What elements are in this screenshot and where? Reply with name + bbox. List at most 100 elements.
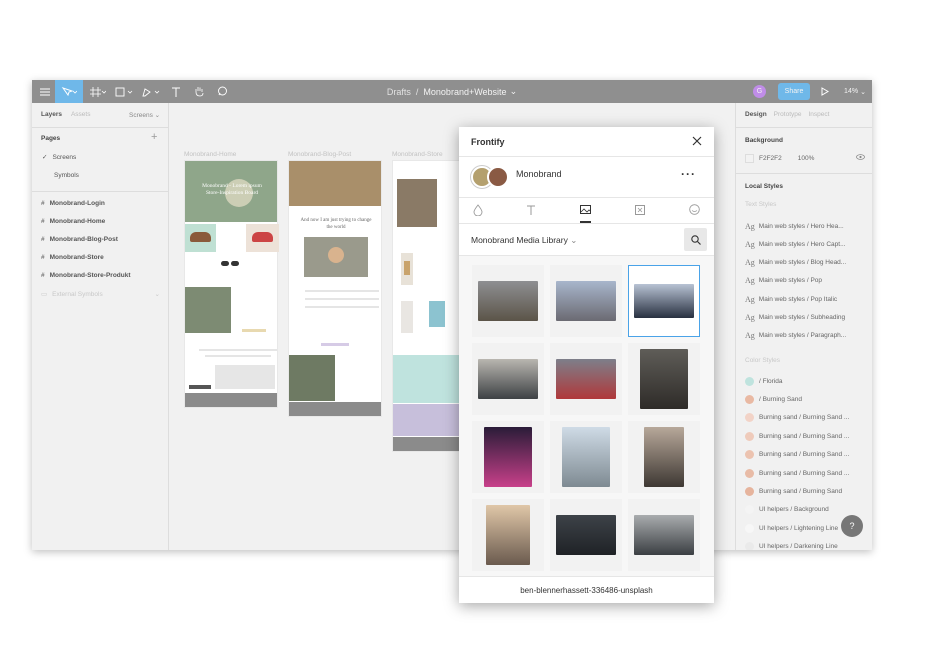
media-thumbnail[interactable] — [628, 421, 700, 493]
layer-item[interactable]: # Monobrand-Store-Produkt — [32, 270, 168, 280]
brand-name: Monobrand — [516, 169, 562, 179]
media-thumbnail[interactable] — [472, 343, 544, 415]
color-style-item[interactable]: UI helpers / Darkening Line — [736, 542, 872, 550]
frame-tool-icon[interactable] — [87, 80, 109, 103]
brand-row[interactable]: Monobrand ··· — [459, 157, 714, 198]
frame-icon: # — [41, 253, 45, 261]
comment-tool-icon[interactable] — [213, 80, 231, 103]
text-style-glyph: Ag — [745, 221, 755, 231]
thumbnail-image — [644, 427, 684, 487]
frame-monobrand-home[interactable]: Monobrand - Lorem ipsum Store-Inspiratio… — [184, 160, 279, 408]
text-style-glyph: Ag — [745, 276, 755, 286]
layer-item-external-symbols[interactable]: ▭ External Symbols ⌄ — [32, 289, 168, 299]
move-tool-button[interactable] — [55, 80, 83, 103]
store-hero-image — [397, 179, 437, 227]
text-style-item[interactable]: Ag Main web styles / Blog Head... — [736, 258, 872, 268]
chevron-down-icon: ⌄ — [570, 235, 578, 245]
color-style-item[interactable]: Burning sand / Burning Sand ... — [736, 450, 872, 460]
media-thumbnail[interactable] — [472, 265, 544, 337]
color-drop-icon[interactable] — [473, 204, 483, 218]
layer-item[interactable]: # Monobrand-Login — [32, 198, 168, 208]
menu-icon[interactable] — [36, 80, 54, 103]
play-icon[interactable] — [819, 80, 831, 103]
layer-item[interactable]: # Monobrand-Store — [32, 252, 168, 262]
screens-dropdown-label: Screens — [129, 112, 153, 119]
media-thumbnail[interactable] — [550, 343, 622, 415]
page-item-label: Symbols — [54, 171, 79, 179]
color-style-item[interactable]: Burning sand / Burning Sand ... — [736, 413, 872, 423]
icons-tab-icon[interactable] — [635, 205, 645, 217]
color-swatch — [745, 486, 754, 496]
zoom-dropdown[interactable]: 14% ⌄ — [841, 80, 869, 103]
color-style-label: Burning sand / Burning Sand ... — [759, 432, 850, 440]
tab-assets[interactable]: Assets — [71, 111, 91, 118]
media-thumbnail[interactable] — [472, 421, 544, 493]
media-thumbnail[interactable] — [550, 499, 622, 571]
layer-item[interactable]: # Monobrand-Home — [32, 216, 168, 226]
text-style-item[interactable]: Ag Main web styles / Pop — [736, 276, 872, 286]
text-style-label: Main web styles / Pop Italic — [758, 295, 838, 303]
background-color-row[interactable]: F2F2F2 100% — [736, 153, 872, 163]
share-button[interactable]: Share — [778, 83, 810, 100]
color-swatch — [745, 431, 754, 441]
bg-color-value[interactable]: F2F2F2 — [759, 155, 782, 162]
text-style-glyph: Ag — [745, 294, 755, 304]
color-swatch[interactable] — [745, 153, 754, 163]
map-block — [215, 365, 275, 389]
media-thumbnail[interactable] — [628, 343, 700, 415]
thumbnail-image — [556, 359, 616, 399]
text-tool-icon[interactable] — [168, 80, 184, 103]
text-style-glyph: Ag — [745, 258, 755, 268]
file-name[interactable]: Monobrand+Website — [423, 87, 506, 97]
search-button[interactable] — [684, 228, 707, 251]
divider — [736, 127, 872, 128]
color-swatch — [745, 450, 754, 460]
media-thumbnail[interactable] — [550, 265, 622, 337]
typography-icon[interactable] — [526, 205, 536, 217]
media-tab-icon[interactable] — [580, 205, 591, 223]
text-style-item[interactable]: Ag Main web styles / Pop Italic — [736, 294, 872, 304]
media-thumbnail[interactable] — [628, 265, 700, 337]
eye-icon[interactable] — [856, 154, 865, 162]
page-item-symbols[interactable]: Symbols — [32, 170, 168, 180]
tab-design[interactable]: Design — [745, 111, 767, 118]
text-style-item[interactable]: Ag Main web styles / Hero Hea... — [736, 221, 872, 231]
page-item-screens[interactable]: ✓ Screens — [32, 152, 168, 162]
shape-tool-icon[interactable] — [112, 80, 136, 103]
smiley-icon[interactable] — [689, 204, 700, 217]
close-icon[interactable] — [692, 136, 702, 148]
avatar[interactable]: G — [753, 85, 766, 98]
footer-block — [289, 402, 381, 416]
breadcrumb-drafts[interactable]: Drafts — [387, 87, 411, 97]
hand-tool-icon[interactable] — [190, 80, 208, 103]
bg-opacity-value[interactable]: 100% — [798, 155, 815, 162]
color-style-item[interactable]: / Burning Sand — [736, 394, 872, 404]
media-thumbnail[interactable] — [550, 421, 622, 493]
tab-layers[interactable]: Layers — [41, 111, 62, 118]
add-page-icon[interactable]: + — [151, 131, 157, 143]
tab-inspect[interactable]: Inspect — [809, 111, 830, 118]
frame-monobrand-store[interactable] — [392, 160, 461, 452]
color-style-item[interactable]: Burning sand / Burning Sand — [736, 486, 872, 496]
color-style-item[interactable]: Burning sand / Burning Sand ... — [736, 431, 872, 441]
screens-dropdown[interactable]: Screens ⌄ — [129, 111, 160, 119]
chevron-down-icon[interactable]: ⌄ — [510, 86, 518, 97]
frame-monobrand-blog-post[interactable]: And now I am just trying to change the w… — [288, 160, 382, 417]
color-style-item[interactable]: Burning sand / Burning Sand ... — [736, 468, 872, 478]
thumbnail-image — [556, 515, 616, 555]
help-button[interactable]: ? — [841, 515, 863, 537]
media-thumbnail[interactable] — [628, 499, 700, 571]
tab-prototype[interactable]: Prototype — [774, 111, 802, 118]
pen-tool-icon[interactable] — [139, 80, 163, 103]
media-thumbnail[interactable] — [472, 499, 544, 571]
color-style-item[interactable]: UI helpers / Background — [736, 505, 872, 515]
zoom-level: 14% — [844, 88, 859, 95]
text-style-item[interactable]: Ag Main web styles / Paragraph... — [736, 331, 872, 341]
text-style-item[interactable]: Ag Main web styles / Hero Capt... — [736, 239, 872, 249]
text-style-item[interactable]: Ag Main web styles / Subheading — [736, 313, 872, 323]
layer-item[interactable]: # Monobrand-Blog-Post — [32, 234, 168, 244]
library-dropdown[interactable]: Monobrand Media Library ⌄ — [471, 235, 577, 246]
more-options-icon[interactable]: ··· — [681, 168, 696, 180]
layer-label: External Symbols — [52, 290, 103, 298]
color-style-item[interactable]: / Florida — [736, 376, 872, 386]
